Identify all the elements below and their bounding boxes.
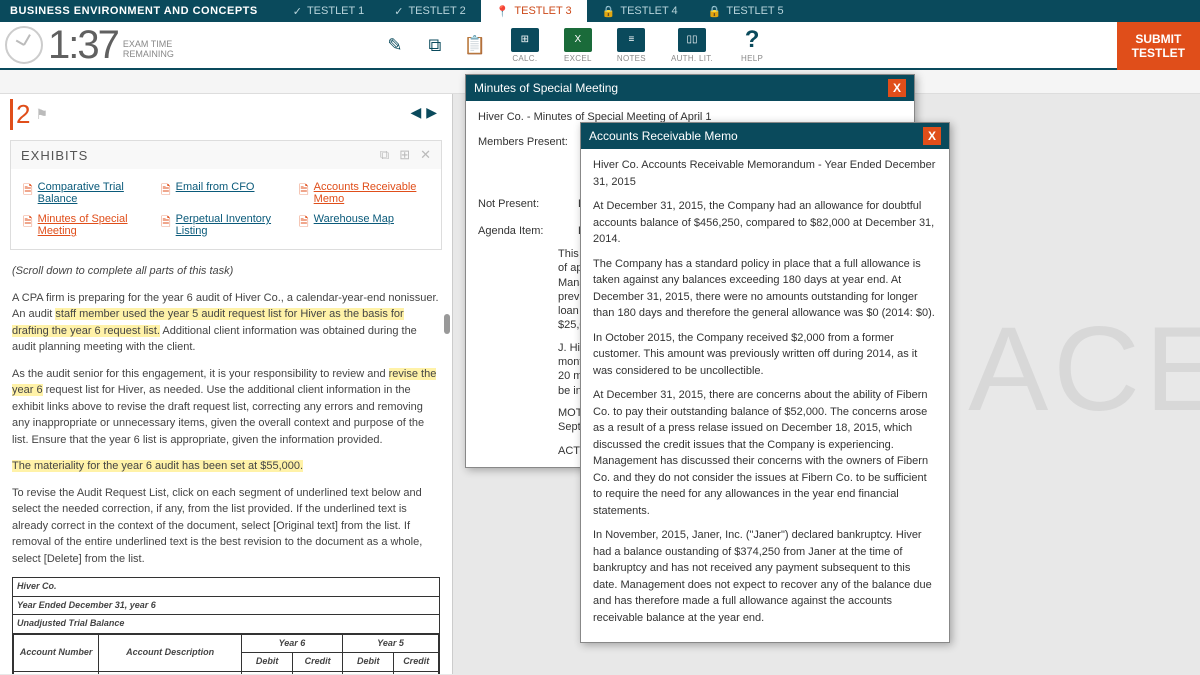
ws-company: Hiver Co. bbox=[13, 578, 439, 597]
book-icon: ▯▯ bbox=[678, 28, 706, 52]
check-icon: ✓ bbox=[293, 5, 302, 18]
instruction-p4: To revise the Audit Request List, click … bbox=[12, 485, 440, 568]
instruction-p1: A CPA firm is preparing for the year 6 a… bbox=[12, 290, 440, 356]
testlet-2-tab[interactable]: ✓TESTLET 2 bbox=[379, 0, 480, 22]
exhibit-link-2[interactable]: 🗎Accounts Receivable Memo bbox=[295, 177, 433, 209]
close-icon[interactable]: X bbox=[888, 79, 906, 97]
table-row[interactable]: 1010Bank account no. 0010396735,136,0005… bbox=[14, 671, 439, 674]
instruction-p3: The materiality for the year 6 audit has… bbox=[12, 458, 440, 475]
top-bar: BUSINESS ENVIRONMENT AND CONCEPTS ✓TESTL… bbox=[0, 0, 1200, 22]
popup-title: Minutes of Special Meeting bbox=[474, 81, 618, 95]
app-tools: ⊞CALC. XEXCEL ≡NOTES ▯▯AUTH. LIT. ?HELP bbox=[511, 28, 766, 63]
excel-button[interactable]: XEXCEL bbox=[564, 28, 592, 63]
time-label: EXAM TIMEREMAINING bbox=[123, 40, 174, 60]
scroll-hint: (Scroll down to complete all parts of th… bbox=[12, 263, 440, 280]
document-icon: 🗎 bbox=[161, 213, 171, 234]
auth-lit-button[interactable]: ▯▯AUTH. LIT. bbox=[671, 28, 713, 63]
instruction-p2: As the audit senior for this engagement,… bbox=[12, 366, 440, 449]
document-icon: 🗎 bbox=[299, 213, 309, 234]
clipboard-icon[interactable]: 📋 bbox=[464, 34, 486, 56]
exhibit-link-3[interactable]: 🗎Minutes of Special Meeting bbox=[19, 209, 157, 241]
testlet-4-tab: 🔒TESTLET 4 bbox=[587, 0, 693, 22]
calc-icon: ⊞ bbox=[511, 28, 539, 52]
submit-testlet-button[interactable]: SUBMITTESTLET bbox=[1117, 22, 1200, 70]
instructions-area[interactable]: (Scroll down to complete all parts of th… bbox=[0, 255, 452, 674]
timer-area: 1:37 EXAM TIMEREMAINING bbox=[0, 23, 174, 68]
notes-icon: ≡ bbox=[617, 28, 645, 52]
help-button[interactable]: ?HELP bbox=[738, 28, 766, 63]
testlet-5-tab: 🔒TESTLET 5 bbox=[693, 0, 799, 22]
ar-memo-popup[interactable]: Accounts Receivable Memo X Hiver Co. Acc… bbox=[580, 122, 950, 643]
panel-prev-icon[interactable]: ◀ bbox=[410, 104, 421, 121]
exhibits-title: EXHIBITS bbox=[21, 148, 88, 163]
popup-title: Accounts Receivable Memo bbox=[589, 129, 738, 143]
flag-icon[interactable]: ⚑ bbox=[35, 106, 48, 123]
close-icon[interactable]: X bbox=[923, 127, 941, 145]
tile-icon[interactable]: ⊞ bbox=[399, 147, 410, 163]
question-number: 2 bbox=[10, 99, 30, 130]
testlet-1-tab[interactable]: ✓TESTLET 1 bbox=[278, 0, 379, 22]
ws-period: Year Ended December 31, year 6 bbox=[13, 597, 439, 616]
notes-button[interactable]: ≡NOTES bbox=[617, 28, 646, 63]
ar-memo-body: Hiver Co. Accounts Receivable Memorandum… bbox=[581, 149, 949, 642]
scrollbar[interactable] bbox=[444, 314, 450, 334]
annotation-tools: ✎ ⧉ 📋 bbox=[384, 34, 486, 56]
pencil-icon[interactable]: ✎ bbox=[384, 34, 406, 56]
help-icon: ? bbox=[738, 28, 766, 52]
copy-icon[interactable]: ⧉ bbox=[424, 34, 446, 56]
cascade-icon[interactable]: ⧉ bbox=[380, 147, 389, 163]
exhibits-box: EXHIBITS ⧉ ⊞ ✕ 🗎Comparative Trial Balanc… bbox=[10, 140, 442, 250]
question-panel: 2 ⚑ ◀ ▶ EXHIBITS ⧉ ⊞ ✕ 🗎Comparative Tria… bbox=[0, 94, 453, 674]
document-icon: 🗎 bbox=[299, 181, 309, 202]
document-icon: 🗎 bbox=[23, 181, 33, 202]
check-icon: ✓ bbox=[394, 5, 403, 18]
exhibit-link-5[interactable]: 🗎Warehouse Map bbox=[295, 209, 433, 241]
exhibit-link-4[interactable]: 🗎Perpetual Inventory Listing bbox=[157, 209, 295, 241]
location-icon: 📍 bbox=[496, 5, 510, 18]
testlet-tabs: ✓TESTLET 1 ✓TESTLET 2 📍TESTLET 3 🔒TESTLE… bbox=[278, 0, 799, 22]
clock-icon bbox=[5, 26, 43, 64]
time-remaining: 1:37 bbox=[48, 23, 118, 68]
document-icon: 🗎 bbox=[161, 181, 171, 202]
panel-next-icon[interactable]: ▶ bbox=[426, 104, 437, 121]
testlet-3-tab[interactable]: 📍TESTLET 3 bbox=[481, 0, 587, 22]
exam-title: BUSINESS ENVIRONMENT AND CONCEPTS bbox=[10, 5, 258, 17]
lock-icon: 🔒 bbox=[708, 5, 722, 18]
calc-button[interactable]: ⊞CALC. bbox=[511, 28, 539, 63]
excel-icon: X bbox=[564, 28, 592, 52]
ws-doctype: Unadjusted Trial Balance bbox=[13, 615, 439, 634]
toolbar: 1:37 EXAM TIMEREMAINING ✎ ⧉ 📋 ⊞CALC. XEX… bbox=[0, 22, 1200, 70]
exhibit-link-1[interactable]: 🗎Email from CFO bbox=[157, 177, 295, 209]
trial-balance-worksheet[interactable]: Hiver Co. Year Ended December 31, year 6… bbox=[12, 577, 440, 674]
document-icon: 🗎 bbox=[23, 213, 33, 234]
lock-icon: 🔒 bbox=[602, 5, 616, 18]
exhibit-link-0[interactable]: 🗎Comparative Trial Balance bbox=[19, 177, 157, 209]
close-all-icon[interactable]: ✕ bbox=[420, 147, 431, 163]
